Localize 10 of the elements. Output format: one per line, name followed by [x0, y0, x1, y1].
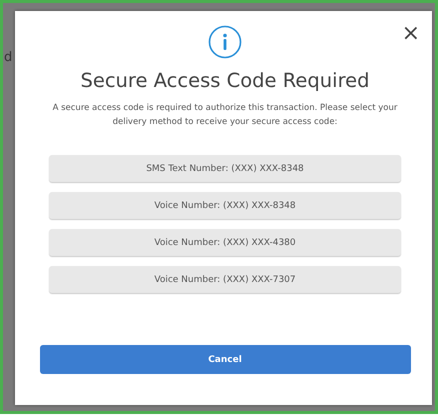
- dialog-title: Secure Access Code Required: [80, 69, 370, 92]
- delivery-option-button[interactable]: SMS Text Number: (XXX) XXX-8348: [49, 155, 401, 182]
- delivery-option-button[interactable]: Voice Number: (XXX) XXX-8348: [49, 192, 401, 220]
- info-icon: [208, 25, 242, 59]
- cancel-button[interactable]: Cancel: [40, 345, 410, 374]
- close-button[interactable]: ×: [398, 23, 424, 45]
- delivery-option-button[interactable]: Voice Number: (XXX) XXX-4380: [49, 229, 401, 256]
- background-text: d: [4, 51, 12, 64]
- dialog-message: A secure access code is required to authorize this transaction. Please select your delivery method to receive your secure access code:: [52, 102, 398, 129]
- delivery-option-button[interactable]: Voice Number: (XXX) XXX-7307: [49, 266, 401, 294]
